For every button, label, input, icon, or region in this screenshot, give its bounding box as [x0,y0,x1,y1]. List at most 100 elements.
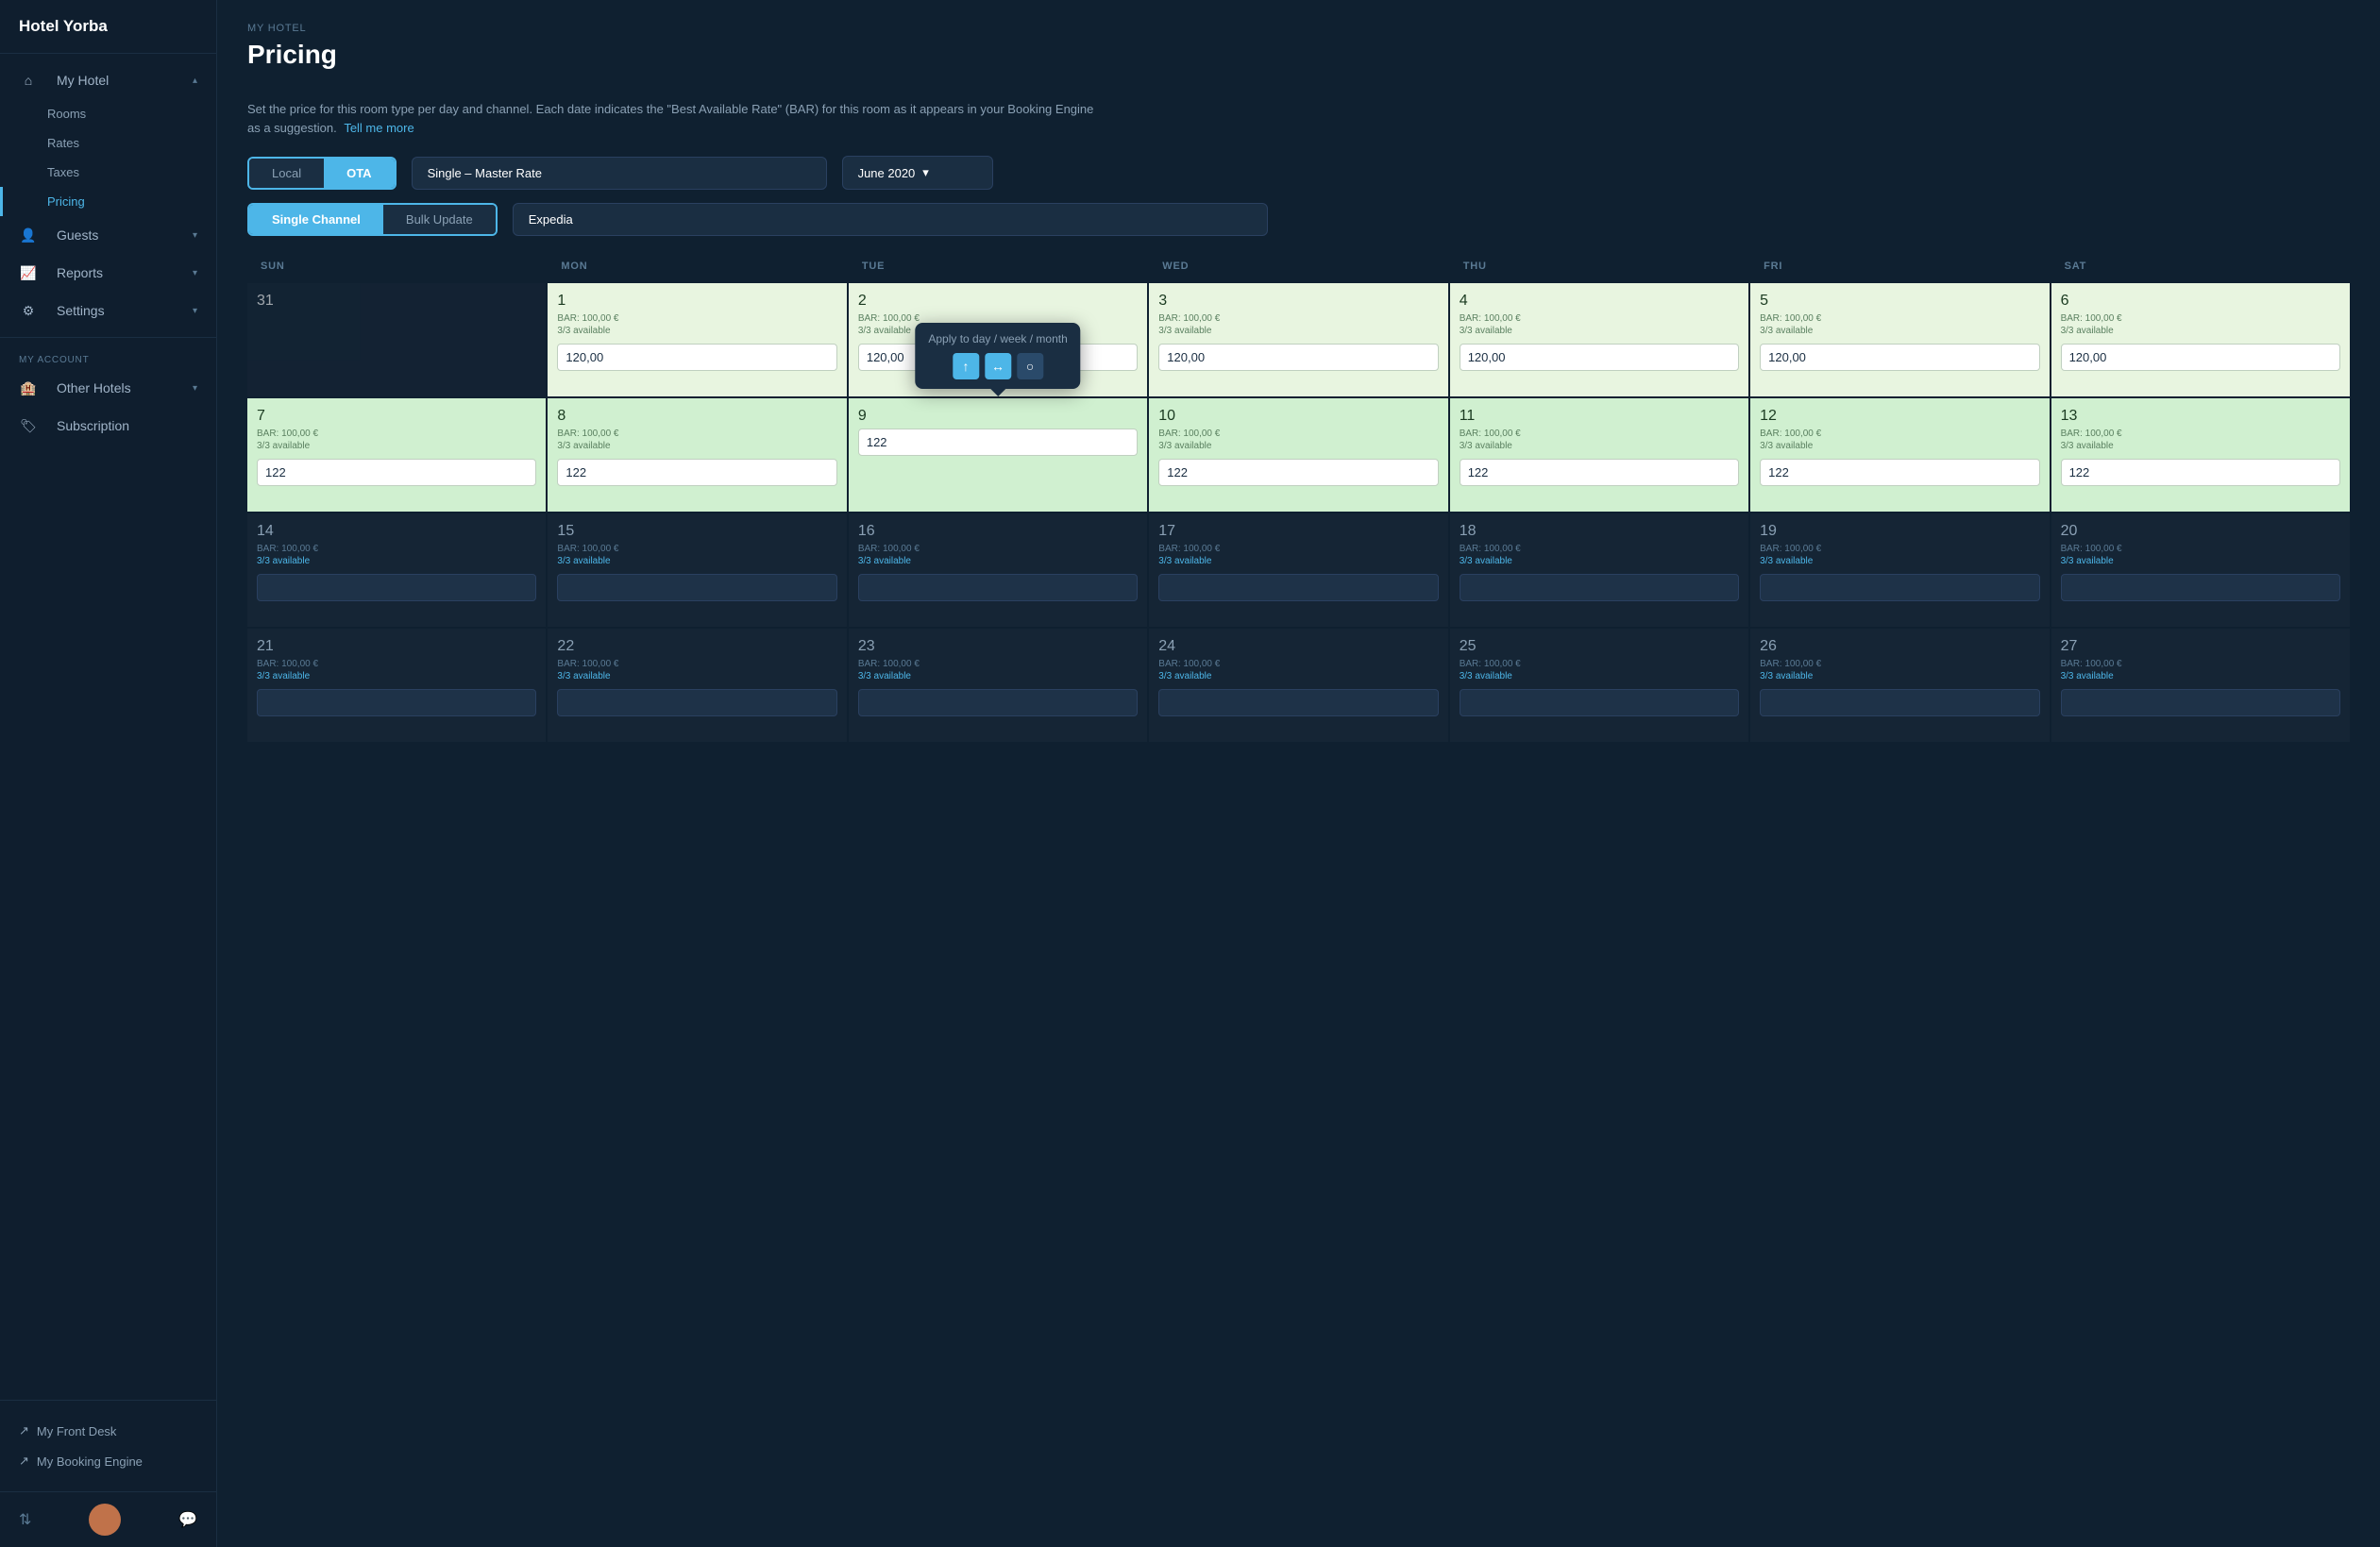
cell-avail: 3/3 available [2061,441,2340,451]
cell-avail: 3/3 available [1760,441,2039,451]
cell-input[interactable] [1460,574,1739,601]
cell-avail: 3/3 available [1158,326,1438,336]
sidebar-nav: ⌂ My Hotel Rooms Rates Taxes Pricing 👤 G… [0,54,216,1400]
tab-local[interactable]: Local [249,159,324,188]
sidebar-item-settings[interactable]: ⚙ Settings [0,292,216,329]
sidebar-item-reports[interactable]: 📈 Reports [0,254,216,292]
cell-avail: 3/3 available [557,556,836,566]
chevron-down-icon-reports [193,268,197,278]
sidebar-item-subscription[interactable]: 🏷 Subscription [0,407,216,445]
calendar-cell-16: 16 BAR: 100,00 € 3/3 available [849,513,1147,627]
sidebar-item-rates[interactable]: Rates [0,128,216,158]
chat-icon[interactable]: 💬 [178,1510,197,1529]
cell-bar: BAR: 100,00 € [1460,429,1739,439]
avatar[interactable] [89,1504,121,1536]
cell-date: 11 [1460,408,1739,425]
tab-bulk-update[interactable]: Bulk Update [383,205,496,234]
calendar-cell-3: 3 BAR: 100,00 € 3/3 available [1149,283,1447,396]
cell-input[interactable] [2061,459,2340,486]
cell-date: 10 [1158,408,1438,425]
my-booking-engine-link[interactable]: ↗ My Booking Engine [19,1446,197,1476]
cell-input[interactable] [257,574,536,601]
cell-avail: 3/3 available [1760,671,2039,681]
cell-input[interactable] [1760,574,2039,601]
cell-input[interactable] [1158,344,1438,371]
cell-input[interactable] [557,459,836,486]
cell-bar: BAR: 100,00 € [2061,659,2340,669]
chart-icon: 📈 [19,263,38,282]
calendar-cell-22: 22 BAR: 100,00 € 3/3 available [548,629,846,742]
calendar-cell-15: 15 BAR: 100,00 € 3/3 available [548,513,846,627]
date-label: June 2020 [858,166,916,180]
cell-avail: 3/3 available [858,671,1138,681]
sidebar-item-pricing[interactable]: Pricing [0,187,216,216]
tab-ota[interactable]: OTA [324,159,394,188]
calendar-cell-5: 5 BAR: 100,00 € 3/3 available [1750,283,2049,396]
cell-bar: BAR: 100,00 € [1760,429,2039,439]
cell-input[interactable] [1760,689,2039,716]
cell-date: 21 [257,638,536,655]
cell-date: 25 [1460,638,1739,655]
cell-input[interactable] [858,689,1138,716]
cell-avail: 3/3 available [557,671,836,681]
cell-input[interactable] [557,574,836,601]
cell-date: 8 [557,408,836,425]
cell-input[interactable] [1158,574,1438,601]
cell-avail: 3/3 available [557,326,836,336]
cell-bar: BAR: 100,00 € [2061,313,2340,324]
sort-icon[interactable]: ⇅ [19,1510,31,1529]
tooltip-btn-circle[interactable]: ○ [1017,353,1043,379]
sidebar-item-guests[interactable]: 👤 Guests [0,216,216,254]
cell-input[interactable] [557,344,836,371]
cell-date: 14 [257,523,536,540]
calendar-cell-11: 11 BAR: 100,00 € 3/3 available [1450,398,1748,512]
cell-avail: 3/3 available [1460,441,1739,451]
cell-bar: BAR: 100,00 € [1760,544,2039,554]
cell-input[interactable] [257,459,536,486]
cell-bar: BAR: 100,00 € [257,659,536,669]
tooltip-btn-arrows[interactable]: ↔ [985,353,1011,379]
tooltip-btn-up[interactable]: ↑ [953,353,979,379]
tell-me-more-link[interactable]: Tell me more [344,121,414,135]
cell-input[interactable] [1760,459,2039,486]
cell-input[interactable] [1158,689,1438,716]
cell-input[interactable] [1460,344,1739,371]
cell-date: 27 [2061,638,2340,655]
tab-single-channel[interactable]: Single Channel [249,205,383,234]
cell-input[interactable] [2061,574,2340,601]
cell-bar: BAR: 100,00 € [1460,659,1739,669]
cell-input[interactable] [557,689,836,716]
cell-avail: 3/3 available [1158,441,1438,451]
day-header-mon: MON [548,251,846,281]
cell-input[interactable] [1460,459,1739,486]
calendar-cell-27: 27 BAR: 100,00 € 3/3 available [2051,629,2350,742]
controls-row-2: Single Channel Bulk Update Expedia [247,203,2350,236]
cell-input[interactable] [858,429,1138,456]
cell-input[interactable] [1760,344,2039,371]
cell-date: 24 [1158,638,1438,655]
cell-date: 31 [257,293,536,310]
sidebar-item-rooms[interactable]: Rooms [0,99,216,128]
cell-input[interactable] [1158,459,1438,486]
sidebar-item-my-hotel[interactable]: ⌂ My Hotel [0,61,216,99]
cell-input[interactable] [858,574,1138,601]
cell-bar: BAR: 100,00 € [2061,429,2340,439]
page-description: Set the price for this room type per day… [247,100,1097,137]
calendar-cell-20: 20 BAR: 100,00 € 3/3 available [2051,513,2350,627]
calendar-cell-7: 7 BAR: 100,00 € 3/3 available [247,398,546,512]
date-selector[interactable]: June 2020 ▾ [842,156,993,190]
calendar-cell-6: 6 BAR: 100,00 € 3/3 available [2051,283,2350,396]
cell-avail: 3/3 available [2061,326,2340,336]
day-header-fri: FRI [1750,251,2049,281]
cell-input[interactable] [2061,344,2340,371]
my-front-desk-link[interactable]: ↗ My Front Desk [19,1416,197,1446]
sidebar-item-other-hotels[interactable]: 🏨 Other Hotels [0,369,216,407]
sidebar-item-taxes[interactable]: Taxes [0,158,216,187]
channel-selector[interactable]: Expedia [513,203,1268,236]
subscription-label: Subscription [57,418,129,433]
cell-input[interactable] [1460,689,1739,716]
rate-selector[interactable]: Single – Master Rate [412,157,827,190]
cell-input[interactable] [257,689,536,716]
cell-input[interactable] [2061,689,2340,716]
cell-bar: BAR: 100,00 € [257,544,536,554]
